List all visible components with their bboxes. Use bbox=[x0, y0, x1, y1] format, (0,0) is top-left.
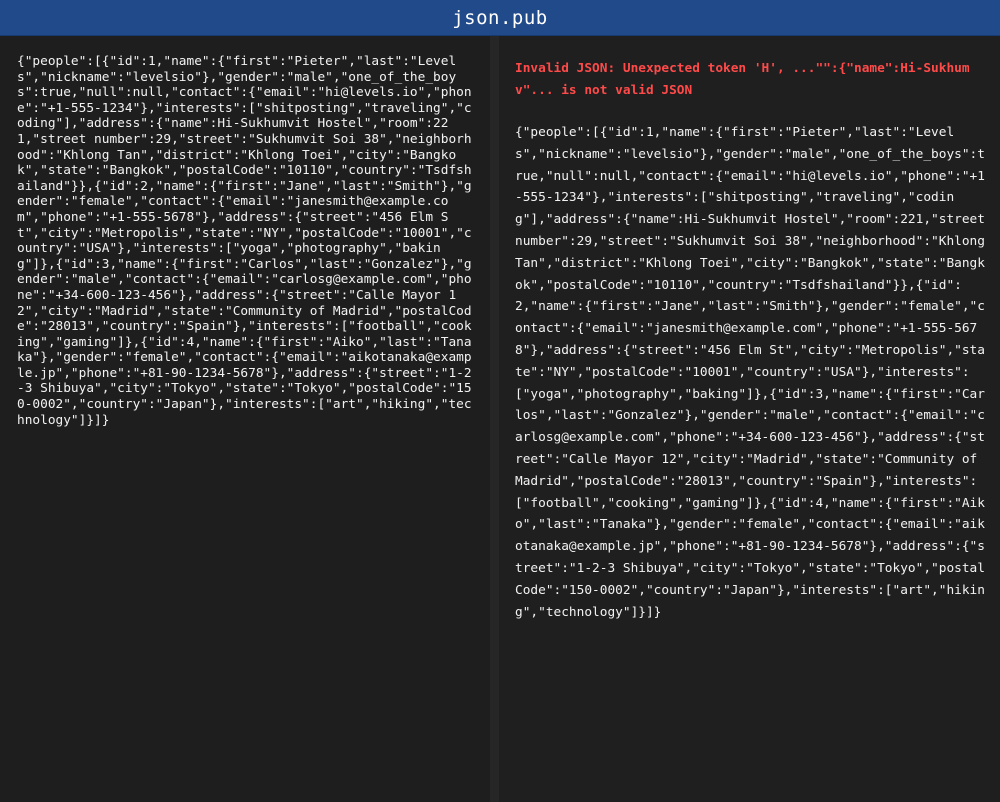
json-output-text: {"people":[{"id":1,"name":{"first":"Piet… bbox=[515, 125, 993, 620]
json-input-editor[interactable]: {"people":[{"id":1,"name":{"first":"Piet… bbox=[17, 54, 473, 794]
output-pane: Invalid JSON: Unexpected token 'H', ..."… bbox=[499, 36, 1000, 802]
app-title: json.pub bbox=[452, 6, 548, 29]
validation-error-message: Invalid JSON: Unexpected token 'H', ..."… bbox=[515, 61, 970, 98]
app-header: json.pub bbox=[0, 0, 1000, 36]
pane-divider[interactable] bbox=[490, 36, 499, 802]
input-pane: {"people":[{"id":1,"name":{"first":"Piet… bbox=[0, 36, 490, 802]
split-view: {"people":[{"id":1,"name":{"first":"Piet… bbox=[0, 36, 1000, 802]
